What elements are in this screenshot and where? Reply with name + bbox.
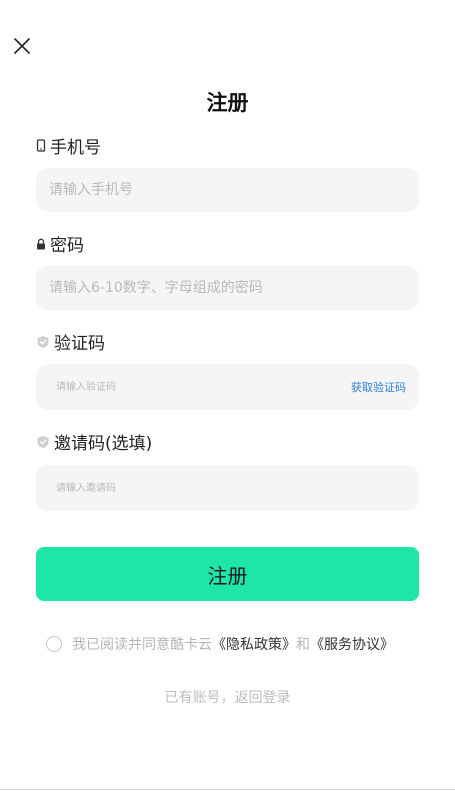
password-field-container xyxy=(36,266,419,310)
close-icon xyxy=(14,38,30,54)
code-field-container: 获取验证码 xyxy=(36,364,419,410)
phone-input[interactable] xyxy=(49,168,406,212)
code-input[interactable] xyxy=(56,364,351,410)
agreement-prefix: 我已阅读并同意酷卡云 xyxy=(72,637,212,653)
privacy-policy-link[interactable]: 《隐私政策》 xyxy=(212,634,296,654)
code-label: 验证码 xyxy=(36,329,105,354)
service-agreement-link[interactable]: 《服务协议》 xyxy=(310,634,394,654)
back-to-login-link[interactable]: 已有账号，返回登录 xyxy=(0,687,455,707)
invite-label: 邀请码(选填) xyxy=(36,429,152,454)
register-button[interactable]: 注册 xyxy=(36,547,419,601)
lock-icon xyxy=(37,238,45,249)
shield-icon xyxy=(37,435,49,448)
password-input[interactable] xyxy=(49,266,406,310)
shield-icon xyxy=(37,335,49,348)
close-button[interactable] xyxy=(12,36,32,56)
agreement-and: 和 xyxy=(296,637,310,653)
page-title: 注册 xyxy=(206,91,249,115)
get-code-button[interactable]: 获取验证码 xyxy=(351,379,406,395)
phone-field-container xyxy=(36,168,419,212)
bottom-divider xyxy=(0,789,455,790)
radio-unchecked-icon[interactable] xyxy=(46,636,62,652)
invite-input[interactable] xyxy=(56,465,406,511)
invite-field-container xyxy=(36,465,419,511)
phone-icon xyxy=(36,139,46,152)
phone-label: 手机号 xyxy=(36,133,101,158)
password-label: 密码 xyxy=(36,231,84,256)
agreement-row: 我已阅读并同意酷卡云 《隐私政策》 和 《服务协议》 xyxy=(46,634,394,654)
